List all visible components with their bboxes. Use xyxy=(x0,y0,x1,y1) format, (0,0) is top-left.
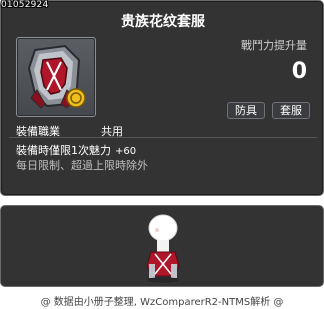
equip-stat-text: 裝備時僅限1次魅力 xyxy=(16,144,111,157)
item-tooltip: 贵族花纹套服 戰鬥力提升量 0 防具 套服 裝備職業 共用 裝備時僅限1次魅力 +… xyxy=(0,0,324,196)
item-title: 贵族花纹套服 xyxy=(121,14,205,30)
power-increase-value: 0 xyxy=(291,59,307,84)
equip-stat-line: 裝備時僅限1次魅力 +60 xyxy=(16,142,136,158)
character-preview-figure xyxy=(146,214,180,283)
limit-note: 每日限制、超過上限時除外 xyxy=(16,159,148,172)
item-id: 01052924 xyxy=(1,0,49,10)
divider xyxy=(9,137,317,138)
category-tag-overall: 套服 xyxy=(272,102,310,119)
equip-stat-bonus: +60 xyxy=(115,146,137,157)
overall-armor-icon xyxy=(27,44,86,109)
footer-credit: @ 数据由小册子整理, WzComparerR2-NTMS解析 @ xyxy=(40,297,284,308)
category-tag-armor: 防具 xyxy=(227,102,265,119)
item-icon-frame xyxy=(16,37,96,117)
character-preview-panel xyxy=(0,205,324,287)
power-increase-label: 戰鬥力提升量 xyxy=(241,39,307,52)
